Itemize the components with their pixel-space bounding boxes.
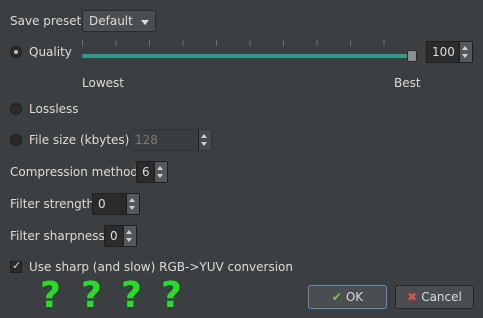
ok-check-icon: ✔ xyxy=(331,290,342,304)
quality-min-label: Lowest xyxy=(82,76,124,90)
compression-value: 6 xyxy=(142,165,150,179)
spin-down-icon[interactable] xyxy=(126,238,132,242)
filter-sharpness-label: Filter sharpness xyxy=(10,229,105,243)
spin-down-icon[interactable] xyxy=(157,174,163,178)
save-preset-combobox[interactable]: Default xyxy=(82,10,156,32)
spin-up-icon[interactable] xyxy=(462,46,468,50)
quality-value: 100 xyxy=(432,45,455,59)
spin-down-icon[interactable] xyxy=(201,142,207,146)
filter-strength-label: Filter strength xyxy=(10,197,95,211)
save-preset-label: Save preset xyxy=(10,14,82,28)
filesize-radio[interactable] xyxy=(10,134,22,146)
question-mark-1: ? xyxy=(40,275,61,316)
sharp-yuv-checkbox[interactable] xyxy=(10,259,22,273)
question-mark-4: ? xyxy=(161,275,182,316)
quality-slider-handle[interactable] xyxy=(407,50,417,62)
lossless-label: Lossless xyxy=(29,102,79,116)
quality-slider-track[interactable] xyxy=(82,54,412,58)
spin-up-icon[interactable] xyxy=(126,230,132,234)
compression-spinbox[interactable]: 6 xyxy=(136,161,168,183)
filesize-label: File size (kbytes) xyxy=(29,133,130,147)
question-mark-3: ? xyxy=(121,275,142,316)
spin-up-icon[interactable] xyxy=(129,198,135,202)
question-mark-2: ? xyxy=(81,275,102,316)
quality-slider-ticks xyxy=(82,40,417,46)
cancel-button[interactable]: ✖ Cancel xyxy=(395,285,474,309)
quality-spinbox[interactable]: 100 xyxy=(426,41,473,63)
sharp-yuv-label: Use sharp (and slow) RGB->YUV conversion xyxy=(29,260,294,274)
ok-button[interactable]: ✔ OK xyxy=(308,285,387,309)
quality-label: Quality xyxy=(29,45,72,59)
cancel-button-label: Cancel xyxy=(421,290,462,304)
cancel-x-icon: ✖ xyxy=(407,290,418,304)
filesize-spinbox[interactable]: 128 xyxy=(129,129,212,151)
filter-sharpness-value: 0 xyxy=(110,229,118,243)
lossless-radio[interactable] xyxy=(10,103,22,115)
filter-strength-value: 0 xyxy=(98,197,106,211)
ok-button-label: OK xyxy=(345,290,364,304)
filter-sharpness-spinbox[interactable]: 0 xyxy=(104,225,137,247)
quality-radio[interactable] xyxy=(10,46,22,58)
quality-max-label: Best xyxy=(394,76,421,90)
spin-up-icon[interactable] xyxy=(157,166,163,170)
chevron-down-icon xyxy=(141,20,149,25)
compression-label: Compression method xyxy=(10,165,139,179)
spin-down-icon[interactable] xyxy=(462,54,468,58)
filesize-value: 128 xyxy=(135,133,158,147)
filter-strength-spinbox[interactable]: 0 xyxy=(92,193,140,215)
spin-up-icon[interactable] xyxy=(201,134,207,138)
spin-down-icon[interactable] xyxy=(129,206,135,210)
save-preset-value: Default xyxy=(89,14,133,28)
